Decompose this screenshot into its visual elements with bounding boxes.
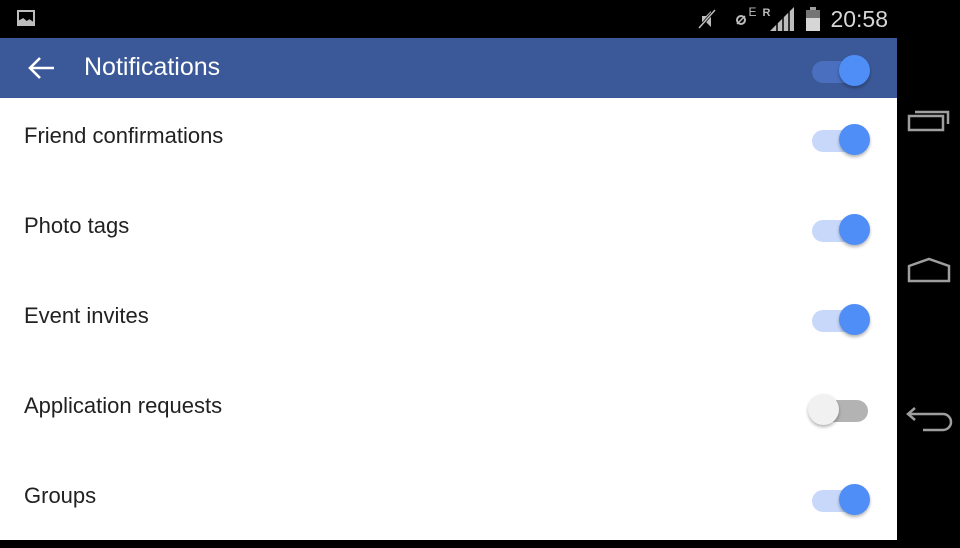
photo-tags-toggle[interactable] bbox=[810, 211, 870, 245]
app-bar: Notifications bbox=[0, 38, 897, 98]
mute-icon bbox=[698, 9, 717, 29]
recents-button[interactable] bbox=[897, 90, 960, 150]
page-title: Notifications bbox=[84, 53, 221, 81]
setting-label: Application requests bbox=[24, 393, 223, 418]
setting-label: Groups bbox=[24, 483, 97, 508]
toggle-thumb bbox=[839, 214, 870, 245]
setting-label: Event invites bbox=[24, 303, 149, 328]
back-nav-button[interactable] bbox=[897, 390, 960, 450]
navigation-bar bbox=[897, 38, 960, 540]
status-bar: E R 20:58 bbox=[0, 0, 960, 38]
toggle-thumb bbox=[839, 55, 870, 86]
roaming-indicator: R bbox=[762, 7, 771, 19]
friend-confirmations-toggle[interactable] bbox=[810, 121, 870, 155]
setting-row-groups[interactable]: Groups bbox=[0, 458, 897, 548]
groups-toggle[interactable] bbox=[810, 481, 870, 515]
gallery-notification-icon bbox=[17, 10, 35, 26]
back-button[interactable] bbox=[26, 52, 58, 84]
setting-row-photo-tags[interactable]: Photo tags bbox=[0, 188, 897, 278]
back-nav-icon bbox=[905, 407, 952, 432]
signal-icon bbox=[770, 7, 795, 31]
master-notifications-toggle[interactable] bbox=[810, 52, 870, 86]
setting-row-event-invites[interactable]: Event invites bbox=[0, 278, 897, 368]
arrow-left-icon bbox=[28, 57, 54, 79]
battery-icon bbox=[806, 7, 821, 31]
toggle-thumb bbox=[839, 124, 870, 155]
home-icon bbox=[907, 257, 950, 283]
toggle-thumb bbox=[808, 394, 839, 425]
recents-icon bbox=[907, 110, 949, 132]
data-saver-icon bbox=[736, 15, 747, 25]
status-icons: E R 20:58 bbox=[694, 0, 888, 38]
setting-row-friend-confirmations[interactable]: Friend confirmations bbox=[0, 98, 897, 188]
network-type: E bbox=[748, 5, 757, 19]
setting-row-application-requests[interactable]: Application requests bbox=[0, 368, 897, 458]
application-requests-toggle[interactable] bbox=[808, 391, 870, 425]
event-invites-toggle[interactable] bbox=[810, 301, 870, 335]
clock: 20:58 bbox=[830, 5, 888, 32]
setting-label: Friend confirmations bbox=[24, 123, 224, 148]
home-button[interactable] bbox=[897, 240, 960, 300]
settings-list: Friend confirmations Photo tags Event in… bbox=[0, 98, 897, 540]
toggle-thumb bbox=[839, 484, 870, 515]
toggle-thumb bbox=[839, 304, 870, 335]
setting-label: Photo tags bbox=[24, 213, 130, 238]
